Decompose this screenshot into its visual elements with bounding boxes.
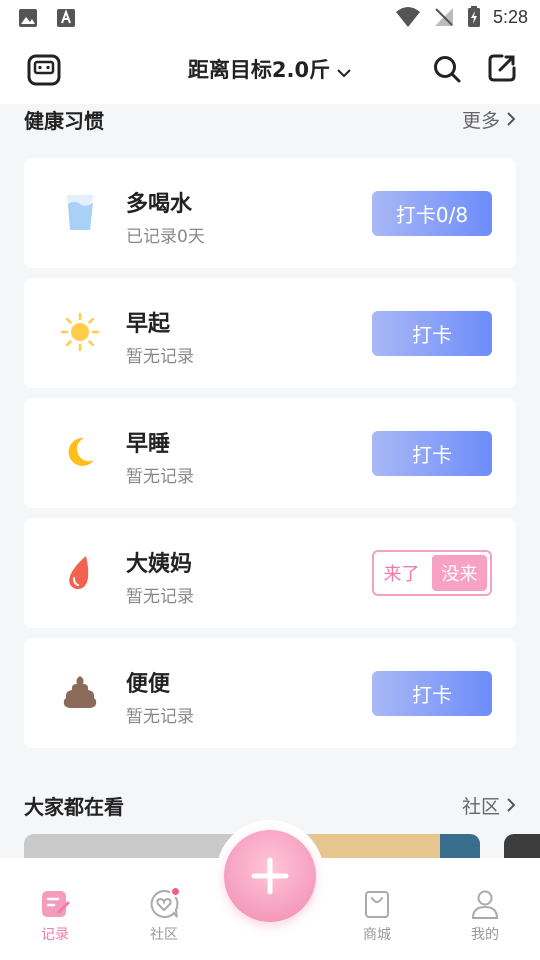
signal-icon bbox=[434, 8, 453, 26]
habit-name: 早起 bbox=[126, 312, 171, 337]
checkin-button[interactable]: 打卡 bbox=[372, 671, 492, 716]
person-icon bbox=[471, 890, 499, 919]
habit-status: 暂无记录 bbox=[126, 707, 194, 727]
habit-name: 早睡 bbox=[126, 432, 171, 457]
habit-name: 便便 bbox=[126, 672, 171, 697]
tab-mall[interactable]: 商城 bbox=[337, 888, 417, 944]
habit-name: 大姨妈 bbox=[126, 552, 193, 577]
community-more-label: 社区 bbox=[461, 795, 500, 818]
checkin-button[interactable]: 打卡 bbox=[372, 431, 492, 476]
top-bar: 距离目标2.0斤 bbox=[0, 36, 540, 104]
battery-charging-icon bbox=[467, 6, 480, 27]
habit-status: 暂无记录 bbox=[126, 347, 194, 367]
community-section-header: 大家都在看 社区 bbox=[24, 790, 516, 820]
checkin-button[interactable]: 打卡 bbox=[372, 311, 492, 356]
image-notification-icon bbox=[19, 9, 37, 27]
water-cup-icon bbox=[67, 195, 93, 230]
habit-name: 多喝水 bbox=[126, 192, 193, 217]
tab-profile[interactable]: 我的 bbox=[445, 888, 525, 944]
status-bar: 5:28 bbox=[0, 0, 540, 36]
shopping-bag-icon bbox=[365, 891, 389, 918]
habits-more-label: 更多 bbox=[461, 109, 500, 132]
tab-community[interactable]: 社区 bbox=[124, 886, 204, 944]
app-notification-icon bbox=[57, 9, 75, 27]
goal-title: 距离目标2.0斤 bbox=[187, 58, 331, 82]
blood-drop-icon bbox=[69, 556, 89, 590]
notification-badge bbox=[170, 886, 181, 897]
tab-label: 社区 bbox=[150, 927, 178, 943]
habits-more-link[interactable]: 更多 bbox=[462, 106, 516, 133]
moon-icon bbox=[68, 437, 94, 466]
chevron-right-icon bbox=[507, 798, 516, 812]
habit-card-water: 多喝水 已记录0天 打卡0/8 bbox=[24, 158, 516, 268]
chevron-right-icon bbox=[507, 112, 516, 126]
period-not-came-option[interactable]: 没来 bbox=[432, 555, 487, 591]
period-toggle: 来了 没来 bbox=[372, 550, 492, 596]
tab-record[interactable]: 记录 bbox=[15, 888, 95, 944]
edit-icon[interactable] bbox=[486, 52, 518, 84]
habit-status: 已记录0天 bbox=[126, 227, 205, 247]
habits-section-title: 健康习惯 bbox=[24, 108, 104, 133]
chevron-down-icon bbox=[337, 68, 351, 77]
community-more-link[interactable]: 社区 bbox=[462, 792, 516, 819]
habit-card-bowel: 便便 暂无记录 打卡 bbox=[24, 638, 516, 748]
note-icon bbox=[42, 891, 70, 917]
tab-label: 商城 bbox=[363, 927, 391, 943]
status-time: 5:28 bbox=[492, 6, 528, 27]
wifi-icon bbox=[395, 7, 420, 27]
community-section-title: 大家都在看 bbox=[24, 794, 124, 819]
period-came-option[interactable]: 来了 bbox=[374, 552, 429, 594]
habit-status: 暂无记录 bbox=[126, 587, 194, 607]
habit-card-period: 大姨妈 暂无记录 来了 没来 bbox=[24, 518, 516, 628]
habit-card-early-rise: 早起 暂无记录 打卡 bbox=[24, 278, 516, 388]
habit-card-early-sleep: 早睡 暂无记录 打卡 bbox=[24, 398, 516, 508]
add-record-button[interactable] bbox=[224, 830, 316, 922]
habits-section-header: 健康习惯 更多 bbox=[24, 104, 516, 134]
checkin-button[interactable]: 打卡0/8 bbox=[372, 191, 492, 236]
sun-icon bbox=[60, 312, 100, 352]
poop-icon bbox=[63, 676, 97, 708]
tab-label: 记录 bbox=[41, 927, 69, 943]
tab-label: 我的 bbox=[471, 927, 499, 943]
search-icon[interactable] bbox=[432, 54, 462, 84]
plus-icon bbox=[251, 857, 289, 895]
habit-status: 暂无记录 bbox=[126, 467, 194, 487]
